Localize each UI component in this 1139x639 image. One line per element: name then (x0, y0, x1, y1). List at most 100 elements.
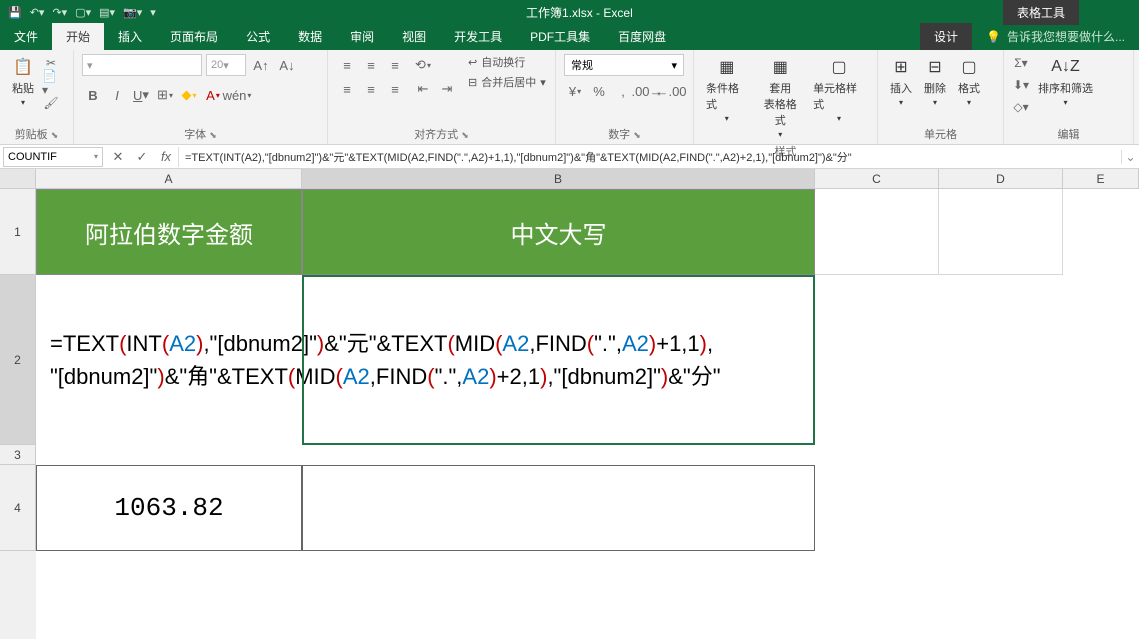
format-painter-icon[interactable]: 🖌 (42, 94, 60, 112)
expand-formula-bar-icon[interactable]: ⌄ (1121, 150, 1139, 164)
group-clipboard: 📋 粘贴 ▾ ✂ 📄▾ 🖌 剪贴板 ⬊ (0, 50, 74, 144)
align-right-icon[interactable]: ≡ (384, 78, 406, 100)
bold-button[interactable]: B (82, 84, 104, 106)
align-group-label: 对齐方式 (414, 129, 458, 141)
tab-formulas[interactable]: 公式 (232, 23, 284, 50)
align-middle-icon[interactable]: ≡ (360, 54, 382, 76)
format-as-table-button[interactable]: ▦套用 表格格式▾ (756, 54, 806, 141)
title-bar: 💾 ↶▾ ↷▾ ▢▾ ▤▾ 📷▾ ▾ 工作簿1.xlsx - Excel 表格工… (0, 0, 1139, 24)
cell-styles-button[interactable]: ▢单元格样式▾ (809, 54, 869, 125)
quick-access-toolbar: 💾 ↶▾ ↷▾ ▢▾ ▤▾ 📷▾ ▾ (0, 6, 156, 19)
tab-dev[interactable]: 开发工具 (440, 23, 516, 50)
launcher-icon[interactable]: ⬊ (51, 130, 59, 140)
number-format-select[interactable]: 常规▾ (564, 54, 684, 76)
row-header-3[interactable]: 3 (0, 445, 36, 465)
fill-color-button[interactable]: ◆ (178, 84, 200, 106)
formula-bar: COUNTIF▾ ✕ ✓ fx =TEXT(INT(A2),"[dbnum2]"… (0, 145, 1139, 169)
merge-center-button[interactable]: ⊟合并后居中 ▾ (468, 74, 546, 90)
underline-button[interactable]: U▾ (130, 84, 152, 106)
name-box[interactable]: COUNTIF▾ (3, 147, 103, 167)
cell-a1[interactable]: 阿拉伯数字金额 (36, 189, 302, 275)
italic-button[interactable]: I (106, 84, 128, 106)
conditional-format-button[interactable]: ▦条件格式▾ (702, 54, 752, 125)
group-font: ▾ 20▾ A↑ A↓ B I U▾ ⊞ ◆ A wén 字体 ⬊ (74, 50, 328, 144)
tab-review[interactable]: 审阅 (336, 23, 388, 50)
qat-icon[interactable]: ▢▾ (75, 6, 91, 19)
number-group-label: 数字 (608, 129, 630, 141)
camera-icon[interactable]: 📷▾ (123, 6, 142, 19)
tab-data[interactable]: 数据 (284, 23, 336, 50)
launcher-icon[interactable]: ⬊ (209, 130, 217, 140)
format-cells-button[interactable]: ▢格式▾ (954, 54, 984, 109)
decrease-font-icon[interactable]: A↓ (276, 54, 298, 76)
formula-input[interactable]: =TEXT(INT(A2),"[dbnum2]")&"元"&TEXT(MID(A… (178, 147, 1121, 167)
save-icon[interactable]: 💾 (8, 6, 22, 19)
confirm-formula-icon[interactable]: ✓ (130, 149, 154, 165)
cell-c1[interactable] (815, 189, 939, 275)
phonetic-button[interactable]: wén (226, 84, 248, 106)
align-center-icon[interactable]: ≡ (360, 78, 382, 100)
col-header-d[interactable]: D (939, 169, 1063, 188)
tab-baidu[interactable]: 百度网盘 (604, 23, 680, 50)
launcher-icon[interactable]: ⬊ (633, 130, 641, 140)
align-bottom-icon[interactable]: ≡ (384, 54, 406, 76)
qat-icon2[interactable]: ▤▾ (99, 6, 115, 19)
col-header-c[interactable]: C (815, 169, 939, 188)
tab-home[interactable]: 开始 (52, 23, 104, 50)
launcher-icon[interactable]: ⬊ (461, 130, 469, 140)
currency-icon[interactable]: ¥ (564, 80, 586, 102)
increase-font-icon[interactable]: A↑ (250, 54, 272, 76)
cell-a4[interactable]: 1063.82 (36, 465, 302, 551)
cell-row3[interactable] (36, 445, 815, 465)
tab-pdf[interactable]: PDF工具集 (516, 23, 604, 50)
font-color-button[interactable]: A (202, 84, 224, 106)
decrease-indent-icon[interactable]: ⇤ (412, 78, 434, 100)
format-label: 格式 (958, 80, 980, 96)
tab-design[interactable]: 设计 (920, 23, 972, 50)
fill-icon[interactable]: ⬇▾ (1012, 76, 1030, 94)
tab-insert[interactable]: 插入 (104, 23, 156, 50)
select-all-corner[interactable] (0, 169, 36, 188)
cellstyle-label: 单元格样式 (813, 80, 865, 112)
tell-me[interactable]: 💡告诉我您想要做什么... (972, 23, 1139, 50)
font-name-select[interactable]: ▾ (82, 54, 202, 76)
wrap-label: 自动换行 (481, 54, 525, 70)
ribbon: 📋 粘贴 ▾ ✂ 📄▾ 🖌 剪贴板 ⬊ ▾ 20▾ A↑ A↓ B I U▾ (0, 50, 1139, 145)
align-top-icon[interactable]: ≡ (336, 54, 358, 76)
clear-icon[interactable]: ◇▾ (1012, 98, 1030, 116)
sort-filter-button[interactable]: A↓Z排序和筛选▾ (1034, 54, 1097, 109)
undo-icon[interactable]: ↶▾ (30, 6, 45, 19)
increase-indent-icon[interactable]: ⇥ (436, 78, 458, 100)
cell-b1[interactable]: 中文大写 (302, 189, 815, 275)
tab-file[interactable]: 文件 (0, 23, 52, 50)
orientation-icon[interactable]: ⟲ (412, 54, 434, 76)
copy-icon[interactable]: 📄▾ (42, 74, 60, 92)
row-header-1[interactable]: 1 (0, 189, 36, 275)
tab-layout[interactable]: 页面布局 (156, 23, 232, 50)
align-left-icon[interactable]: ≡ (336, 78, 358, 100)
font-size-select[interactable]: 20▾ (206, 54, 246, 76)
cell-d1[interactable] (939, 189, 1063, 275)
wrap-text-button[interactable]: ↩自动换行 (468, 54, 546, 70)
row-header-2[interactable]: 2 (0, 275, 36, 445)
insert-function-icon[interactable]: fx (154, 149, 178, 164)
autosum-icon[interactable]: Σ▾ (1012, 54, 1030, 72)
col-header-e[interactable]: E (1063, 169, 1139, 188)
col-header-b[interactable]: B (302, 169, 815, 188)
paste-button[interactable]: 📋 粘贴 ▾ (8, 54, 38, 109)
group-alignment: ≡ ≡ ≡ ≡ ≡ ≡ ⟲ ⇤ ⇥ (328, 50, 556, 144)
decrease-decimal-icon[interactable]: ←.00 (660, 80, 682, 102)
redo-icon[interactable]: ↷▾ (52, 6, 67, 19)
percent-icon[interactable]: % (588, 80, 610, 102)
insert-cells-button[interactable]: ⊞插入▾ (886, 54, 916, 109)
col-header-a[interactable]: A (36, 169, 302, 188)
border-button[interactable]: ⊞ (154, 84, 176, 106)
tab-view[interactable]: 视图 (388, 23, 440, 50)
sort-icon: A↓Z (1055, 56, 1077, 78)
cell-b4[interactable] (302, 465, 815, 551)
row-header-4[interactable]: 4 (0, 465, 36, 551)
cancel-formula-icon[interactable]: ✕ (106, 149, 130, 165)
window-title: 工作簿1.xlsx - Excel (156, 4, 1003, 21)
cells-area[interactable]: 阿拉伯数字金额 中文大写 =TEXT(INT(A2),"[dbnum2]")&"… (36, 189, 1139, 639)
delete-cells-button[interactable]: ⊟删除▾ (920, 54, 950, 109)
